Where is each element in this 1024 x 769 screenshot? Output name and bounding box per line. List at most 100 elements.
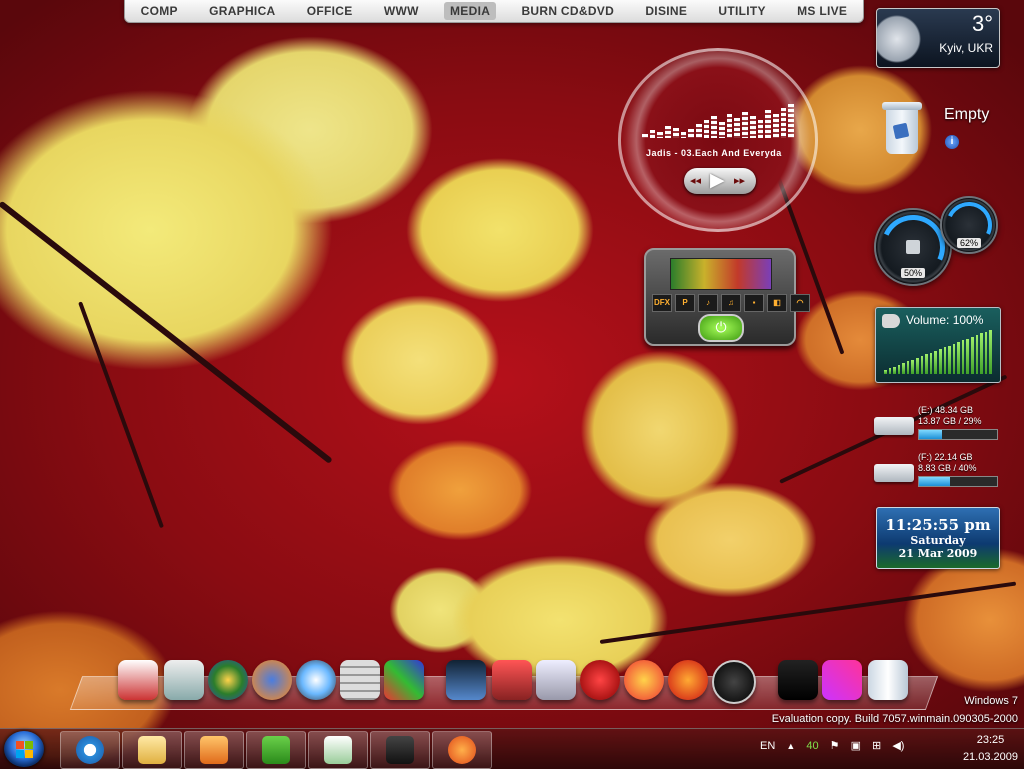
dfx-3d-button[interactable]: ◧ [767, 294, 787, 312]
dfx-mode-button[interactable]: ♫ [721, 294, 741, 312]
icq-icon[interactable] [296, 660, 336, 700]
volume-bar [906, 361, 910, 374]
tshirt-icon[interactable] [778, 660, 818, 700]
volume-bar [884, 370, 887, 374]
dfx-music-button[interactable]: ♪ [698, 294, 718, 312]
eq-bar [703, 120, 710, 138]
dfx-audio-enhancer[interactable]: DFX P ♪ ♫ ▪ ◧ ◠ ⏻ [644, 248, 810, 346]
firefox-icon[interactable] [252, 660, 292, 700]
flash-icon[interactable] [580, 660, 620, 700]
menu-item-www[interactable]: WWW [378, 2, 425, 20]
network-globe-icon[interactable] [208, 660, 248, 700]
dfx-speaker-button[interactable]: ▪ [744, 294, 764, 312]
equalizer-bars [642, 102, 795, 138]
show-hidden-icons[interactable]: ▲ [786, 741, 795, 751]
bookmark-icon[interactable] [822, 660, 862, 700]
windows-version: Windows 7 [964, 695, 1018, 707]
media-disc-icon[interactable] [446, 660, 486, 700]
menu-item-utility[interactable]: UTILITY [712, 2, 771, 20]
eq-bar [711, 116, 718, 138]
taskbar-windows-explorer[interactable] [122, 731, 182, 769]
swirl-icon[interactable] [668, 660, 708, 700]
taskbar-qip[interactable] [308, 731, 368, 769]
volume-bar [957, 342, 960, 374]
info-icon[interactable]: i [945, 135, 959, 149]
menu-item-burn[interactable]: BURN CD&DVD [515, 2, 620, 20]
wimp-icon [448, 736, 476, 764]
menu-item-disine[interactable]: DISINE [639, 2, 693, 20]
cubes-icon[interactable] [384, 660, 424, 700]
display-icon[interactable]: ▣ [851, 739, 861, 752]
recycle-bin-status: Empty [944, 106, 990, 123]
utorrent-icon [262, 736, 290, 764]
volume-bar [888, 368, 892, 374]
menu-item-comp[interactable]: COMP [135, 2, 184, 20]
menu-item-media[interactable]: MEDIA [444, 2, 497, 20]
clock-day: Saturday [910, 534, 966, 547]
recycle-bin-dock-icon[interactable] [868, 660, 908, 700]
taskbar-internet-explorer[interactable] [60, 731, 120, 769]
flag-icon[interactable]: ⚑ [830, 739, 840, 752]
dfx-preset-button[interactable]: P [675, 294, 695, 312]
speaker-icon[interactable]: ◀) [892, 739, 904, 752]
menu-item-graphica[interactable]: GRAPHICA [203, 2, 281, 20]
taskbar-wimp[interactable] [432, 731, 492, 769]
next-button[interactable]: ▸▸ [734, 174, 745, 187]
eq-bar [772, 114, 779, 138]
menu-item-ms-live[interactable]: MS LIVE [791, 2, 853, 20]
menu-item-office[interactable]: OFFICE [301, 2, 359, 20]
firewall-icon[interactable] [340, 660, 380, 700]
monitor-icon[interactable] [118, 660, 158, 700]
language-indicator[interactable]: EN [760, 740, 775, 752]
eq-bar [665, 126, 671, 138]
documents-icon[interactable] [536, 660, 576, 700]
eq-bar [695, 124, 702, 138]
tray-date: 21.03.2009 [962, 751, 1018, 763]
volume-bar [929, 353, 933, 374]
drive-e[interactable]: (E:) 48.34 GB 13.87 GB / 29% [872, 405, 1000, 451]
dfx-logo-button[interactable]: DFX [652, 294, 672, 312]
volume-bar [916, 358, 919, 374]
volume-bar [920, 356, 924, 374]
volume-bar [984, 332, 988, 374]
cpu-meter-gadget[interactable]: 50% 62% [871, 195, 1002, 289]
tray-counter[interactable]: 40 [806, 740, 818, 752]
power-button[interactable]: ⏻ [698, 314, 744, 342]
weather-city: Kyiv, UKR [939, 41, 993, 55]
volume-bar [975, 335, 979, 374]
weather-temperature: 3° [971, 11, 993, 36]
drive-f-usage-bar [918, 476, 998, 487]
taskbar-media-player[interactable] [184, 731, 244, 769]
red-app-icon[interactable] [492, 660, 532, 700]
control-panel-icon[interactable] [164, 660, 204, 700]
eq-bar [765, 110, 771, 138]
utorrent-icon[interactable] [712, 660, 756, 704]
dfx-spectrum-display [670, 258, 772, 290]
build-info: Evaluation copy. Build 7057.winmain.0903… [771, 713, 1018, 725]
start-button[interactable] [4, 731, 44, 767]
weather-gadget[interactable]: 3° Kyiv, UKR [876, 8, 1000, 68]
clock-gadget[interactable]: 11:25:55 pm Saturday 21 Mar 2009 [876, 507, 1000, 569]
dfx-headphones-button[interactable]: ◠ [790, 294, 810, 312]
cpu-percent: 50% [900, 268, 926, 278]
media-player-widget[interactable] [618, 48, 818, 232]
drive-f[interactable]: (F:) 22.14 GB 8.83 GB / 40% [872, 452, 1000, 498]
fire-icon[interactable] [624, 660, 664, 700]
taskbar-clock[interactable]: 23:25 21.03.2009 [963, 732, 1018, 766]
ram-percent: 62% [956, 238, 982, 248]
taskbar-utorrent[interactable] [246, 731, 306, 769]
eq-bar [757, 120, 764, 138]
eq-bar [780, 108, 787, 138]
play-button[interactable]: ▶ [710, 169, 725, 192]
volume-gadget[interactable]: Volume: 100% [875, 307, 1001, 383]
qip-icon [324, 736, 352, 764]
recycle-bin-gadget[interactable]: Empty i [878, 98, 998, 162]
taskbar-dfx[interactable] [370, 731, 430, 769]
volume-bar [893, 367, 896, 374]
eq-bar [642, 134, 648, 138]
drive-e-total: (E:) 48.34 GB [918, 405, 974, 415]
hard-drive-icon [874, 464, 914, 482]
folder-icon [138, 736, 166, 764]
network-icon[interactable]: ⊞ [872, 739, 881, 752]
previous-button[interactable]: ◂◂ [690, 174, 701, 187]
